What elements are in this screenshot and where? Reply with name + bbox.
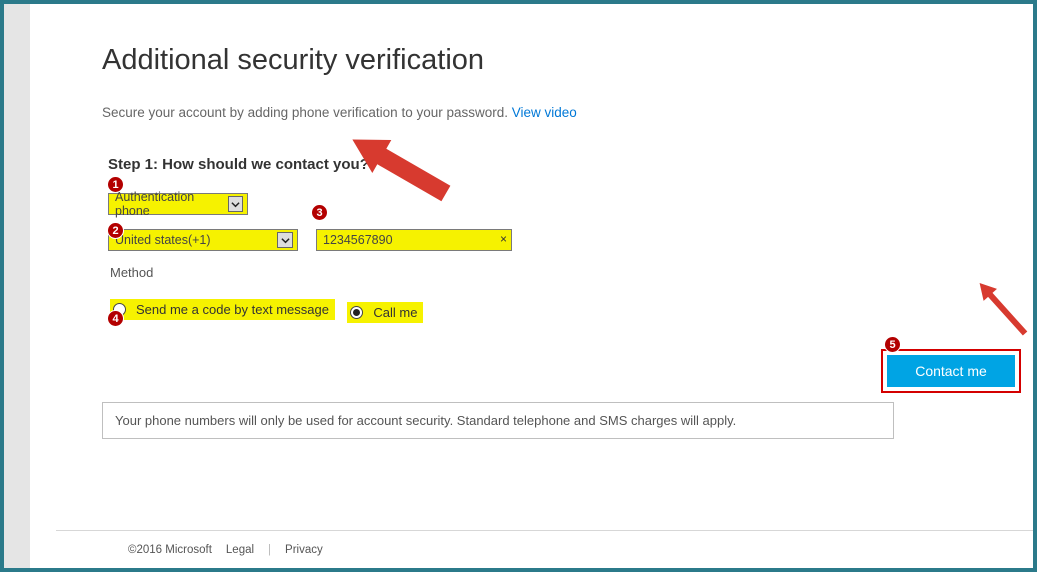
intro-text: Secure your account by adding phone veri… (102, 105, 1033, 120)
window-frame: Additional security verification Secure … (0, 0, 1037, 572)
chevron-down-icon (228, 196, 243, 212)
contact-me-button[interactable]: Contact me (887, 355, 1015, 387)
country-select[interactable]: United states(+1) (108, 229, 298, 251)
chevron-down-icon (277, 232, 293, 248)
country-value: United states(+1) (115, 233, 211, 247)
page-title: Additional security verification (102, 44, 1033, 77)
annotation-badge-3: 3 (311, 204, 328, 221)
privacy-link[interactable]: Privacy (285, 544, 323, 556)
method-option-call[interactable]: Call me (347, 302, 423, 323)
view-video-link[interactable]: View video (512, 105, 577, 120)
method-call-label: Call me (373, 305, 417, 320)
radio-icon (350, 306, 363, 319)
contact-method-row: Authentication phone (108, 188, 1033, 215)
method-option-sms[interactable]: Send me a code by text message (110, 299, 335, 320)
country-phone-row: United states(+1) 1234567890 × (108, 229, 1033, 251)
phone-value: 1234567890 (323, 233, 393, 247)
annotation-arrow-icon (971, 275, 1036, 343)
phone-input[interactable]: 1234567890 × (316, 229, 512, 251)
intro-plain: Secure your account by adding phone veri… (102, 105, 512, 120)
annotation-badge-5: 5 (884, 336, 901, 353)
annotation-badge-2: 2 (107, 222, 124, 239)
contact-method-value: Authentication phone (115, 190, 220, 218)
footnote-box: Your phone numbers will only be used for… (102, 402, 894, 439)
clear-icon[interactable]: × (500, 232, 507, 246)
contact-button-highlight: Contact me (881, 349, 1021, 393)
step-title: Step 1: How should we contact you? (108, 156, 1033, 173)
legal-link[interactable]: Legal (226, 544, 254, 556)
left-gutter (4, 4, 30, 568)
contact-method-select[interactable]: Authentication phone (108, 193, 248, 215)
method-label: Method (110, 265, 1033, 280)
annotation-badge-4: 4 (107, 310, 124, 327)
annotation-badge-1: 1 (107, 176, 124, 193)
method-sms-label: Send me a code by text message (136, 302, 329, 317)
separator: | (268, 544, 271, 556)
content-area: Additional security verification Secure … (30, 4, 1033, 530)
copyright: ©2016 Microsoft (128, 544, 212, 556)
page: Additional security verification Secure … (30, 4, 1033, 568)
footer: ©2016 Microsoft Legal | Privacy (56, 530, 1033, 568)
